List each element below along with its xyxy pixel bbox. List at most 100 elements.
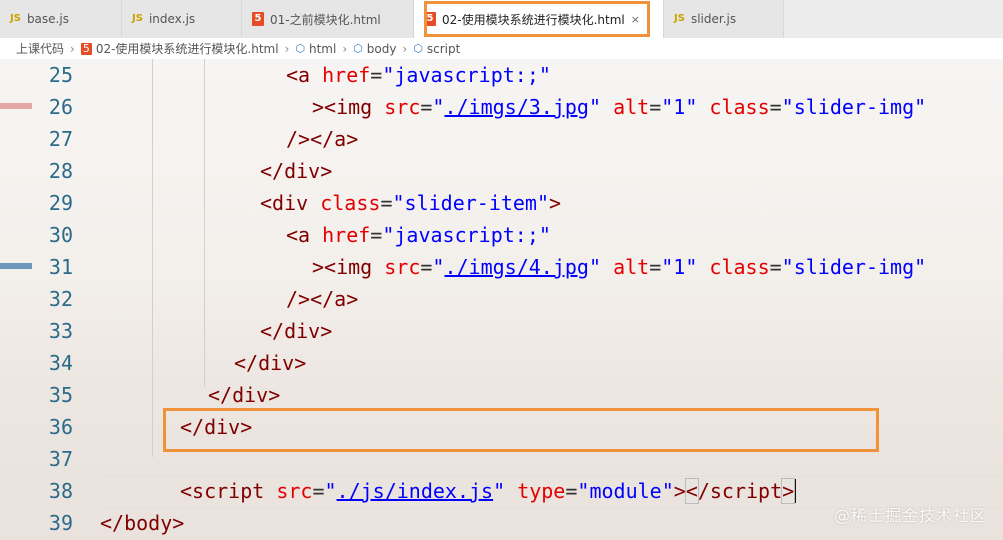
code-token: </div> <box>260 159 333 183</box>
code-line[interactable]: ><img src="./imgs/3.jpg" alt="1" class="… <box>312 91 926 123</box>
watermark: @稀土掘金技术社区 <box>833 506 987 525</box>
close-icon[interactable]: × <box>631 13 640 26</box>
code-token: "slider-img" <box>781 255 927 279</box>
cube-icon: ⬡ <box>413 42 423 55</box>
code-token: </div> <box>180 415 253 439</box>
code-line[interactable]: <div class="slider-item"> <box>260 187 561 219</box>
code-token: " <box>588 95 602 119</box>
chevron-right-icon: › <box>284 41 290 56</box>
code-line[interactable]: <a href="javascript:;" <box>286 59 551 91</box>
code-token: = <box>420 95 433 119</box>
code-token: class <box>320 191 381 215</box>
line-number: 36 <box>48 415 73 439</box>
code-token: = <box>649 255 662 279</box>
code-line[interactable]: <script src="./js/index.js" type="module… <box>180 475 797 507</box>
chevron-right-icon: › <box>342 41 348 56</box>
code-token: ./imgs/3.jpg <box>444 95 589 119</box>
code-line[interactable]: <a href="javascript:;" <box>286 219 551 251</box>
line-number: 39 <box>48 511 73 535</box>
js-file-icon: JS <box>132 13 143 24</box>
code-token: class <box>709 95 770 119</box>
code-token: "1" <box>661 255 698 279</box>
cube-icon: ⬡ <box>353 42 363 55</box>
line-number: 37 <box>48 447 73 471</box>
code-token: > <box>549 191 562 215</box>
code-token: ><img <box>312 95 385 119</box>
code-token: "javascript:;" <box>382 63 551 87</box>
code-line[interactable]: </div> <box>260 315 332 347</box>
code-token: = <box>312 479 325 503</box>
code-token: ./imgs/4.jpg <box>444 255 589 279</box>
html-file-icon: 5 <box>424 12 436 26</box>
breadcrumb-root[interactable]: 上课代码 <box>16 40 64 57</box>
code-token: < <box>684 478 699 504</box>
line-number: 29 <box>48 191 73 215</box>
code-token: " <box>324 479 337 503</box>
code-token: <a <box>286 63 323 87</box>
code-token: src <box>276 479 313 503</box>
js-file-icon: JS <box>674 13 685 24</box>
code-token: /></a> <box>286 287 359 311</box>
tab-5[interactable]: JS slider.js <box>664 0 784 38</box>
code-line[interactable]: </div> <box>208 379 280 411</box>
tab-label: base.js <box>26 12 69 26</box>
code-token: /></a> <box>286 127 359 151</box>
code-token: = <box>649 95 662 119</box>
code-line[interactable]: </div> <box>234 347 306 379</box>
code-line[interactable]: /></a> <box>286 283 358 315</box>
code-token: href <box>322 223 371 247</box>
breadcrumb-html[interactable]: html <box>309 42 336 56</box>
code-token: = <box>420 255 433 279</box>
tab-bar: JS base.js JS index.js 5 01-之前模块化.html 5 02-使用模… <box>0 0 1003 38</box>
indent-guide <box>152 59 153 457</box>
cube-icon: ⬡ <box>295 42 305 55</box>
code-token: src <box>384 95 421 119</box>
line-number: 30 <box>48 223 73 247</box>
line-number: 26 <box>48 95 73 119</box>
html-file-icon: 5 <box>80 41 92 55</box>
tab-2[interactable]: JS index.js <box>122 0 242 38</box>
code-line[interactable]: </div> <box>180 411 252 443</box>
code-token: "module" <box>577 479 674 503</box>
code-line[interactable]: /></a> <box>286 123 358 155</box>
text-caret <box>794 479 797 503</box>
code-editor[interactable]: 25 26 27 28 29 30 31 32 33 34 35 36 37 38 39 <a href="… <box>0 59 1003 540</box>
code-token: alt <box>613 95 650 119</box>
code-line[interactable]: </body> <box>100 507 184 539</box>
html-file-icon: 5 <box>252 12 264 26</box>
chevron-right-icon: › <box>402 41 408 56</box>
code-area[interactable]: <a href="javascript:;" ><img src="./imgs/… <box>100 59 1003 540</box>
breadcrumb-file[interactable]: 02-使用模块系统进行模块化.html <box>96 40 279 57</box>
breadcrumb-body[interactable]: body <box>367 42 397 56</box>
line-number: 33 <box>48 319 73 343</box>
code-token: ./js/index.js <box>336 479 494 503</box>
code-token: " <box>493 479 506 503</box>
code-token: class <box>709 255 770 279</box>
code-token: ><img <box>312 255 385 279</box>
tab-label: slider.js <box>690 12 737 26</box>
code-token: </div> <box>208 383 281 407</box>
line-number: 32 <box>48 287 73 311</box>
line-number: 27 <box>48 127 73 151</box>
code-token: "slider-img" <box>781 95 927 119</box>
tab-1[interactable]: JS base.js <box>0 0 122 38</box>
code-token: <script <box>180 479 277 503</box>
code-token: </body> <box>100 511 185 535</box>
tab-3[interactable]: 5 01-之前模块化.html <box>242 0 414 38</box>
js-file-icon: JS <box>10 13 21 24</box>
code-token: " <box>432 255 445 279</box>
breadcrumb-script[interactable]: script <box>427 42 460 56</box>
code-token: alt <box>613 255 650 279</box>
code-token: "slider-item" <box>392 191 550 215</box>
code-token: </div> <box>234 351 307 375</box>
code-line[interactable]: ><img src="./imgs/4.jpg" alt="1" class="… <box>312 251 926 283</box>
code-token: > <box>781 478 796 504</box>
code-token: = <box>370 63 383 87</box>
tab-label: 02-使用模块系统进行模块化.html <box>442 12 625 27</box>
tab-4[interactable]: 5 02-使用模块系统进行模块化.html × <box>414 0 664 38</box>
code-line[interactable]: </div> <box>260 155 332 187</box>
line-number: 35 <box>48 383 73 407</box>
